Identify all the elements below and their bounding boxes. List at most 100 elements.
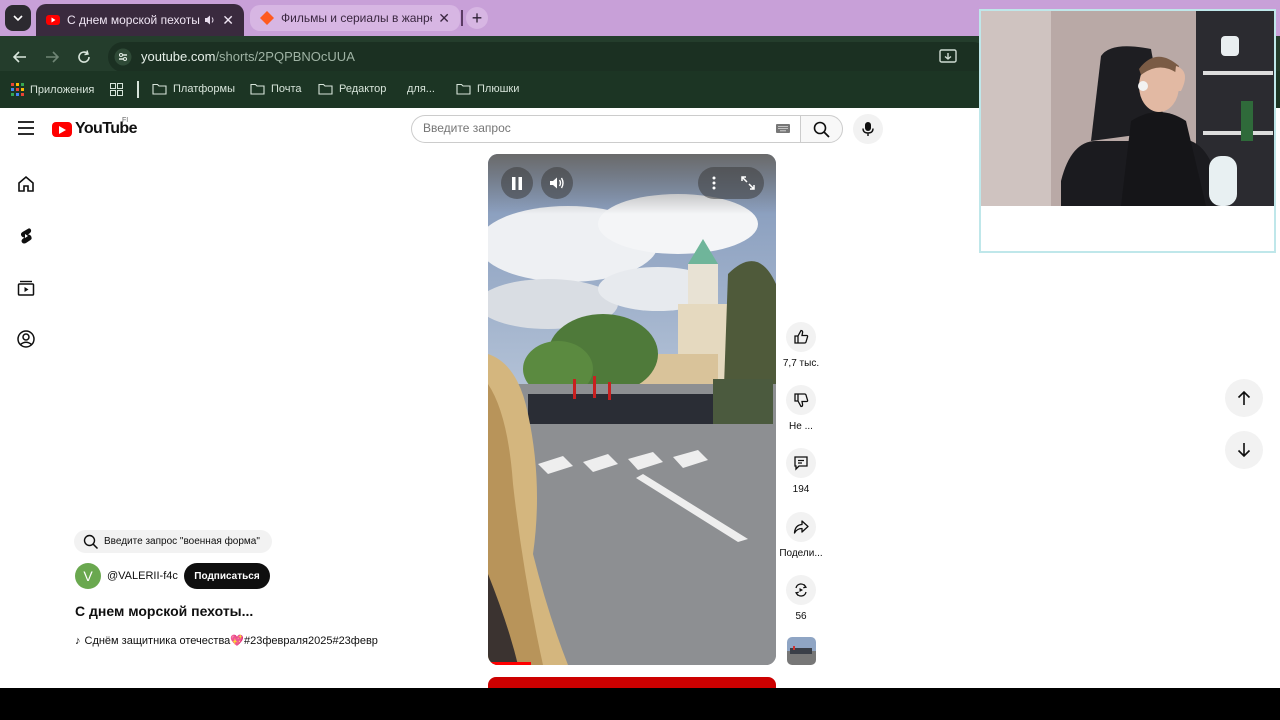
search-icon	[813, 121, 830, 138]
arrow-left-icon	[13, 51, 26, 63]
webcam-overlay	[979, 9, 1276, 253]
comments-button[interactable]	[786, 448, 816, 478]
menu-icon[interactable]	[17, 120, 35, 136]
url-path: /shorts/2PQPBNOcUUA	[215, 49, 355, 64]
hashtags: #23февраля2025#23февр	[244, 634, 378, 647]
search-icon	[83, 534, 99, 549]
bookmark-label: Редактор	[339, 83, 387, 95]
tab-title: Фильмы и сериалы в жанре К	[281, 11, 433, 25]
reload-icon	[78, 50, 90, 63]
bookmark-label: Почта	[271, 83, 302, 95]
arrow-down-icon	[1237, 443, 1251, 458]
speaker-icon[interactable]	[204, 14, 216, 26]
reload-button[interactable]	[74, 47, 94, 67]
more-vertical-icon	[712, 176, 716, 190]
site-settings-icon[interactable]	[114, 48, 132, 66]
kinopoisk-favicon-icon	[260, 11, 274, 25]
remix-icon	[794, 583, 808, 597]
next-short-button[interactable]	[1225, 431, 1263, 469]
short-title[interactable]: С днем морской пехоты...	[75, 603, 253, 619]
short-video-player[interactable]	[488, 154, 776, 665]
thumbs-down-icon	[794, 393, 809, 408]
next-short-preview[interactable]	[488, 677, 776, 688]
remix-button[interactable]	[786, 575, 816, 605]
close-tab-icon[interactable]: ✕	[222, 12, 234, 29]
tab-title: С днем морской пехоты💖	[67, 13, 201, 27]
bookmark-perks[interactable]: Плюшки	[456, 83, 519, 95]
previous-short-button[interactable]	[1225, 379, 1263, 417]
dislike-label: Не ...	[789, 421, 813, 432]
forward-button[interactable]	[42, 47, 62, 67]
keyboard-icon[interactable]	[776, 124, 790, 133]
search-button[interactable]	[800, 115, 843, 143]
like-button[interactable]	[786, 322, 816, 352]
pause-icon	[512, 176, 522, 190]
apps-grid-icon	[11, 83, 24, 96]
like-count: 7,7 тыс.	[782, 358, 820, 369]
new-tab-button[interactable]: +	[466, 7, 488, 29]
sound-thumbnail-image	[787, 637, 816, 665]
dislike-button[interactable]	[786, 385, 816, 415]
thumbs-up-icon	[794, 329, 809, 344]
youtube-favicon-icon	[46, 15, 60, 25]
video-progress-bar[interactable]	[488, 662, 532, 665]
install-app-icon[interactable]	[938, 47, 958, 67]
youtube-play-icon	[52, 121, 72, 137]
comment-count: 194	[792, 484, 810, 495]
close-tab-icon[interactable]: ✕	[438, 10, 450, 27]
expand-icon	[741, 176, 755, 190]
volume-button[interactable]	[541, 167, 573, 199]
arrow-right-icon	[46, 51, 59, 63]
subscribe-button[interactable]: Подписаться	[184, 563, 270, 589]
tab-search-button[interactable]	[5, 5, 31, 31]
pause-button[interactable]	[501, 167, 533, 199]
comment-icon	[794, 456, 808, 471]
bookmark-divider	[137, 81, 139, 98]
bookmark-platforms[interactable]: Платформы	[152, 83, 235, 95]
webcam-caption-bar	[981, 206, 1274, 251]
chevron-down-icon	[13, 15, 23, 22]
bookmark-for[interactable]: для...	[407, 83, 435, 95]
account-icon[interactable]	[16, 329, 36, 349]
bookmark-label: Платформы	[173, 83, 235, 95]
arrow-up-icon	[1237, 390, 1251, 405]
share-icon	[793, 520, 809, 534]
screen-bottom-bar	[0, 688, 1280, 720]
volume-icon	[550, 177, 564, 189]
music-text: Сднём защитника отечества	[84, 634, 231, 647]
tab-divider	[461, 10, 463, 26]
region-code: FI	[122, 117, 129, 124]
microphone-icon	[862, 122, 874, 136]
share-button[interactable]	[786, 512, 816, 542]
more-options-button[interactable]	[706, 175, 722, 191]
sound-thumbnail[interactable]	[787, 637, 816, 665]
home-icon[interactable]	[16, 174, 36, 194]
bookmark-mail[interactable]: Почта	[250, 83, 302, 95]
bookmark-tab-groups[interactable]	[110, 83, 129, 96]
search-input[interactable]	[423, 121, 763, 135]
tab-youtube-short[interactable]: С днем морской пехоты💖 ✕	[36, 4, 244, 36]
music-line[interactable]: ♪ Сднём защитника отечества 💖 #23февраля…	[75, 634, 397, 648]
back-button[interactable]	[10, 47, 30, 67]
remix-count: 56	[795, 611, 807, 622]
folder-icon	[152, 83, 167, 95]
fullscreen-button[interactable]	[740, 175, 756, 191]
search-suggestion-chip[interactable]: Введите запрос "военная форма"	[74, 530, 272, 553]
youtube-logo[interactable]: YouTube FI	[52, 117, 137, 138]
folder-icon	[318, 83, 333, 95]
suggestion-text: Введите запрос "военная форма"	[104, 536, 260, 547]
bookmark-apps[interactable]: Приложения	[11, 83, 94, 96]
voice-search-button[interactable]	[853, 114, 883, 144]
music-note-icon: ♪	[75, 634, 81, 647]
tab-films[interactable]: Фильмы и сериалы в жанре К ✕	[250, 5, 460, 31]
grid-icon	[110, 83, 123, 96]
bookmark-label: Плюшки	[477, 83, 520, 95]
channel-handle[interactable]: @VALERII-f4c	[107, 570, 178, 582]
bookmark-label: для...	[407, 83, 435, 95]
channel-avatar[interactable]: V	[75, 563, 101, 589]
url-text[interactable]: youtube.com/shorts/2PQPBNOcUUA	[141, 49, 355, 64]
subscriptions-icon[interactable]	[16, 278, 36, 298]
bookmark-editor[interactable]: Редактор	[318, 83, 386, 95]
url-host: youtube.com	[141, 49, 216, 64]
shorts-icon[interactable]	[16, 226, 36, 246]
